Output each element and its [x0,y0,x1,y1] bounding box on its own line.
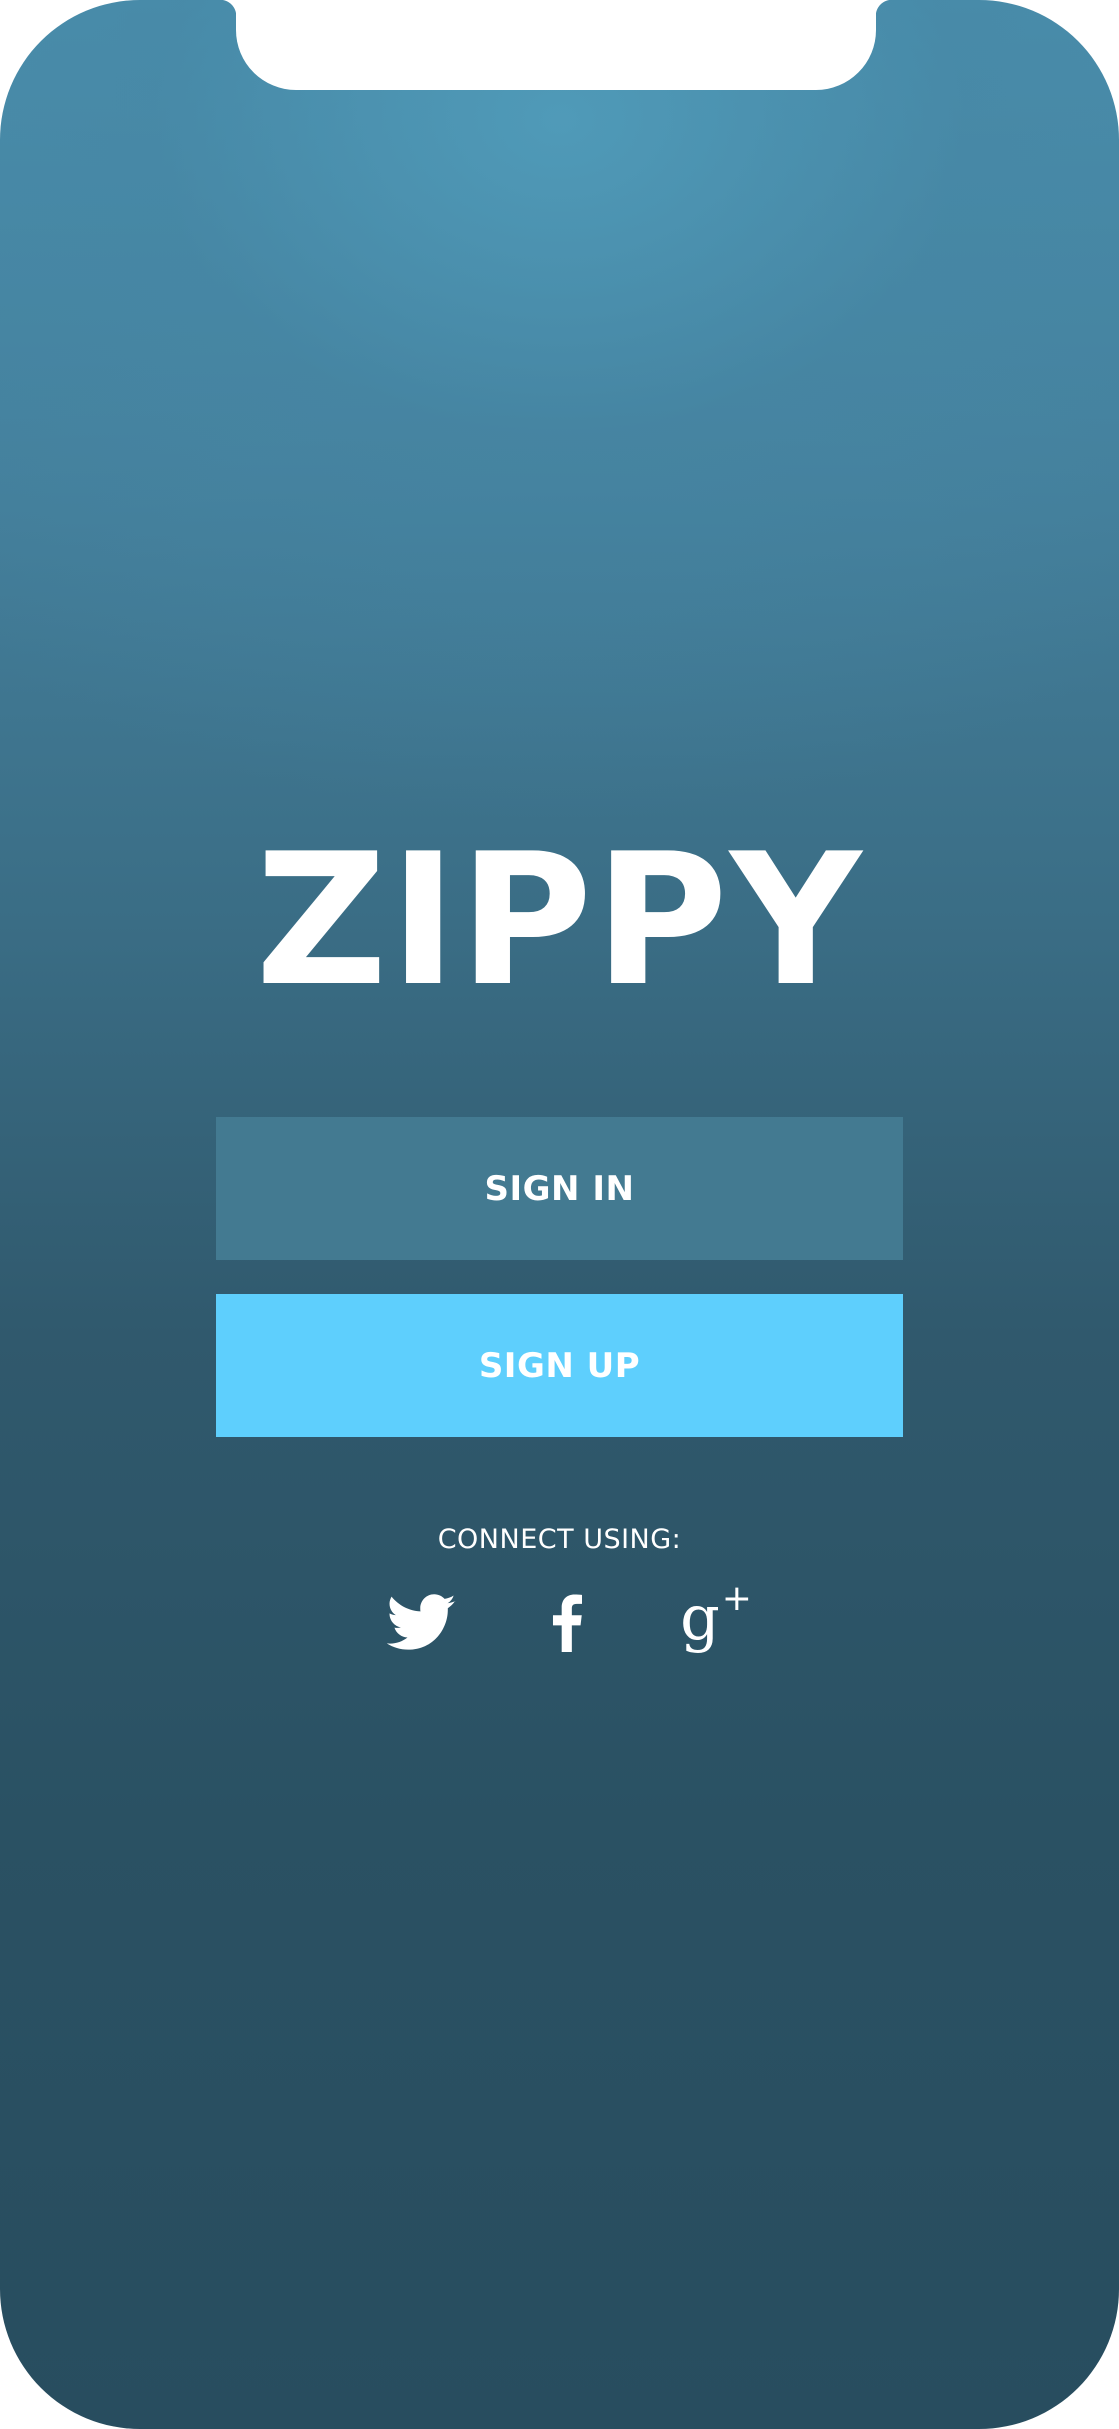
google-plus-button[interactable]: g+ [680,1578,752,1654]
sign-in-label: SIGN IN [484,1168,635,1209]
google-plus-icon: g+ [680,1578,752,1655]
twitter-button[interactable] [386,1592,458,1654]
facebook-icon [552,1594,582,1652]
twitter-icon [387,1594,456,1650]
sign-up-button[interactable]: SIGN UP [216,1294,903,1437]
facebook-button[interactable] [531,1592,603,1654]
phone-screen: ZIPPY SIGN IN SIGN UP CONNECT USING: g+ [0,0,1119,2429]
connect-using-label: CONNECT USING: [437,1524,682,1555]
device-notch [220,0,892,90]
sign-in-button[interactable]: SIGN IN [216,1117,903,1260]
sign-up-label: SIGN UP [478,1345,641,1386]
app-logo: ZIPPY [255,814,864,1026]
